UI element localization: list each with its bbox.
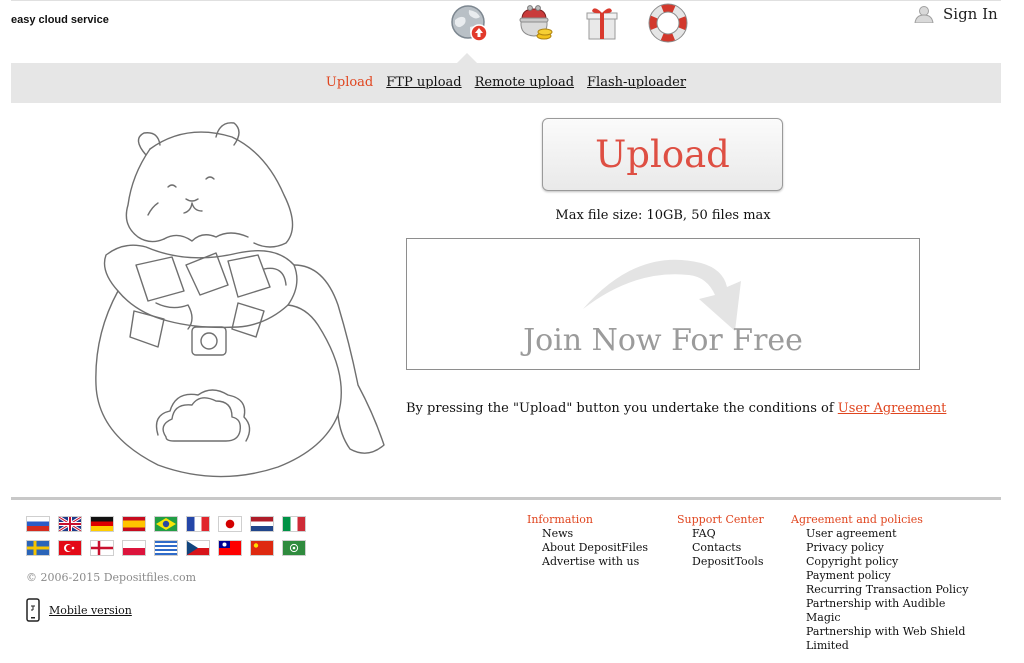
flag-taiwan[interactable] [218,540,242,556]
user-agreement-link[interactable]: User Agreement [838,401,947,416]
gift-box-icon [586,8,618,40]
flag-czech[interactable] [186,540,210,556]
copyright-notice: © 2006-2015 Depositfiles.com [26,571,196,584]
flag-italy[interactable] [282,516,306,532]
flag-brazil[interactable] [154,516,178,532]
sign-in-label: Sign In [943,5,998,23]
footer-support-column: Support Center FAQ Contacts DepositTools [677,513,764,569]
footer-heading-information: Information [527,513,594,526]
flag-netherlands[interactable] [250,516,274,532]
mobile-version-link[interactable]: Mobile version [26,598,132,622]
join-now-banner[interactable]: Join Now For Free [406,238,920,370]
gold-nav-icon[interactable] [511,2,557,44]
footer-heading-policies: Agreement and policies [791,513,923,526]
footer-link-user-agreement[interactable]: User agreement [791,527,968,541]
flag-turkey[interactable] [58,540,82,556]
footer-divider [11,497,1001,500]
footer-link-privacy-policy[interactable]: Privacy policy [791,541,968,555]
upload-nav-icon[interactable] [446,2,492,44]
flag-uk[interactable] [58,516,82,532]
flag-france[interactable] [186,516,210,532]
footer-link-magic[interactable]: Magic [791,611,968,625]
flag-greece[interactable] [154,540,178,556]
tab-ftp-upload[interactable]: FTP upload [386,75,461,90]
footer-link-about[interactable]: About DepositFiles [527,541,648,555]
footer-policies-column: Agreement and policies User agreement Pr… [791,513,968,653]
terms-text: By pressing the "Upload" button you unde… [406,401,838,416]
footer-information-column: Information News About DepositFiles Adve… [527,513,648,569]
footer-link-recurring-policy[interactable]: Recurring Transaction Policy [791,583,968,597]
user-icon [914,6,934,23]
footer-link-web-shield[interactable]: Partnership with Web Shield [791,625,968,639]
flag-russia[interactable] [26,516,50,532]
footer-heading-support: Support Center [677,513,764,526]
flag-saudi-arabia[interactable] [282,540,306,556]
footer-link-deposittools[interactable]: DepositTools [677,555,764,569]
upload-mode-nav: Upload FTP upload Remote upload Flash-up… [0,75,1012,90]
mobile-version-label: Mobile version [49,603,132,617]
flag-spain[interactable] [122,516,146,532]
top-divider [11,0,1001,1]
flag-germany[interactable] [90,516,114,532]
flag-china[interactable] [250,540,274,556]
tab-remote-upload[interactable]: Remote upload [475,75,574,90]
hamster-mascot-illustration [95,122,385,478]
help-nav-icon[interactable] [645,2,691,44]
footer-link-advertise[interactable]: Advertise with us [527,555,648,569]
tab-upload[interactable]: Upload [326,75,373,90]
footer-link-limited[interactable]: Limited [791,639,968,653]
sign-in-link[interactable]: Sign In [914,5,998,23]
flag-poland[interactable] [122,540,146,556]
footer-link-contacts[interactable]: Contacts [677,541,764,555]
brand-tagline: easy cloud service [11,14,109,26]
mobile-phone-icon [26,598,40,622]
footer-link-news[interactable]: News [527,527,648,541]
upload-button[interactable]: Upload [542,118,783,191]
lifebuoy-icon [648,3,688,43]
flag-japan[interactable] [218,516,242,532]
max-file-size-note: Max file size: 10GB, 50 files max [555,208,771,223]
footer-link-audible[interactable]: Partnership with Audible [791,597,968,611]
gift-nav-icon[interactable] [579,2,625,44]
footer-link-faq[interactable]: FAQ [677,527,764,541]
footer-link-copyright-policy[interactable]: Copyright policy [791,555,968,569]
globe-upload-icon [451,5,488,42]
footer-link-payment-policy[interactable]: Payment policy [791,569,968,583]
tab-flash-uploader[interactable]: Flash-uploader [587,75,686,90]
terms-notice: By pressing the "Upload" button you unde… [406,401,946,416]
flag-sweden[interactable] [26,540,50,556]
coin-purse-icon [519,5,553,40]
language-flags [26,516,316,556]
flag-denmark[interactable] [90,540,114,556]
join-now-text: Join Now For Free [523,323,803,358]
